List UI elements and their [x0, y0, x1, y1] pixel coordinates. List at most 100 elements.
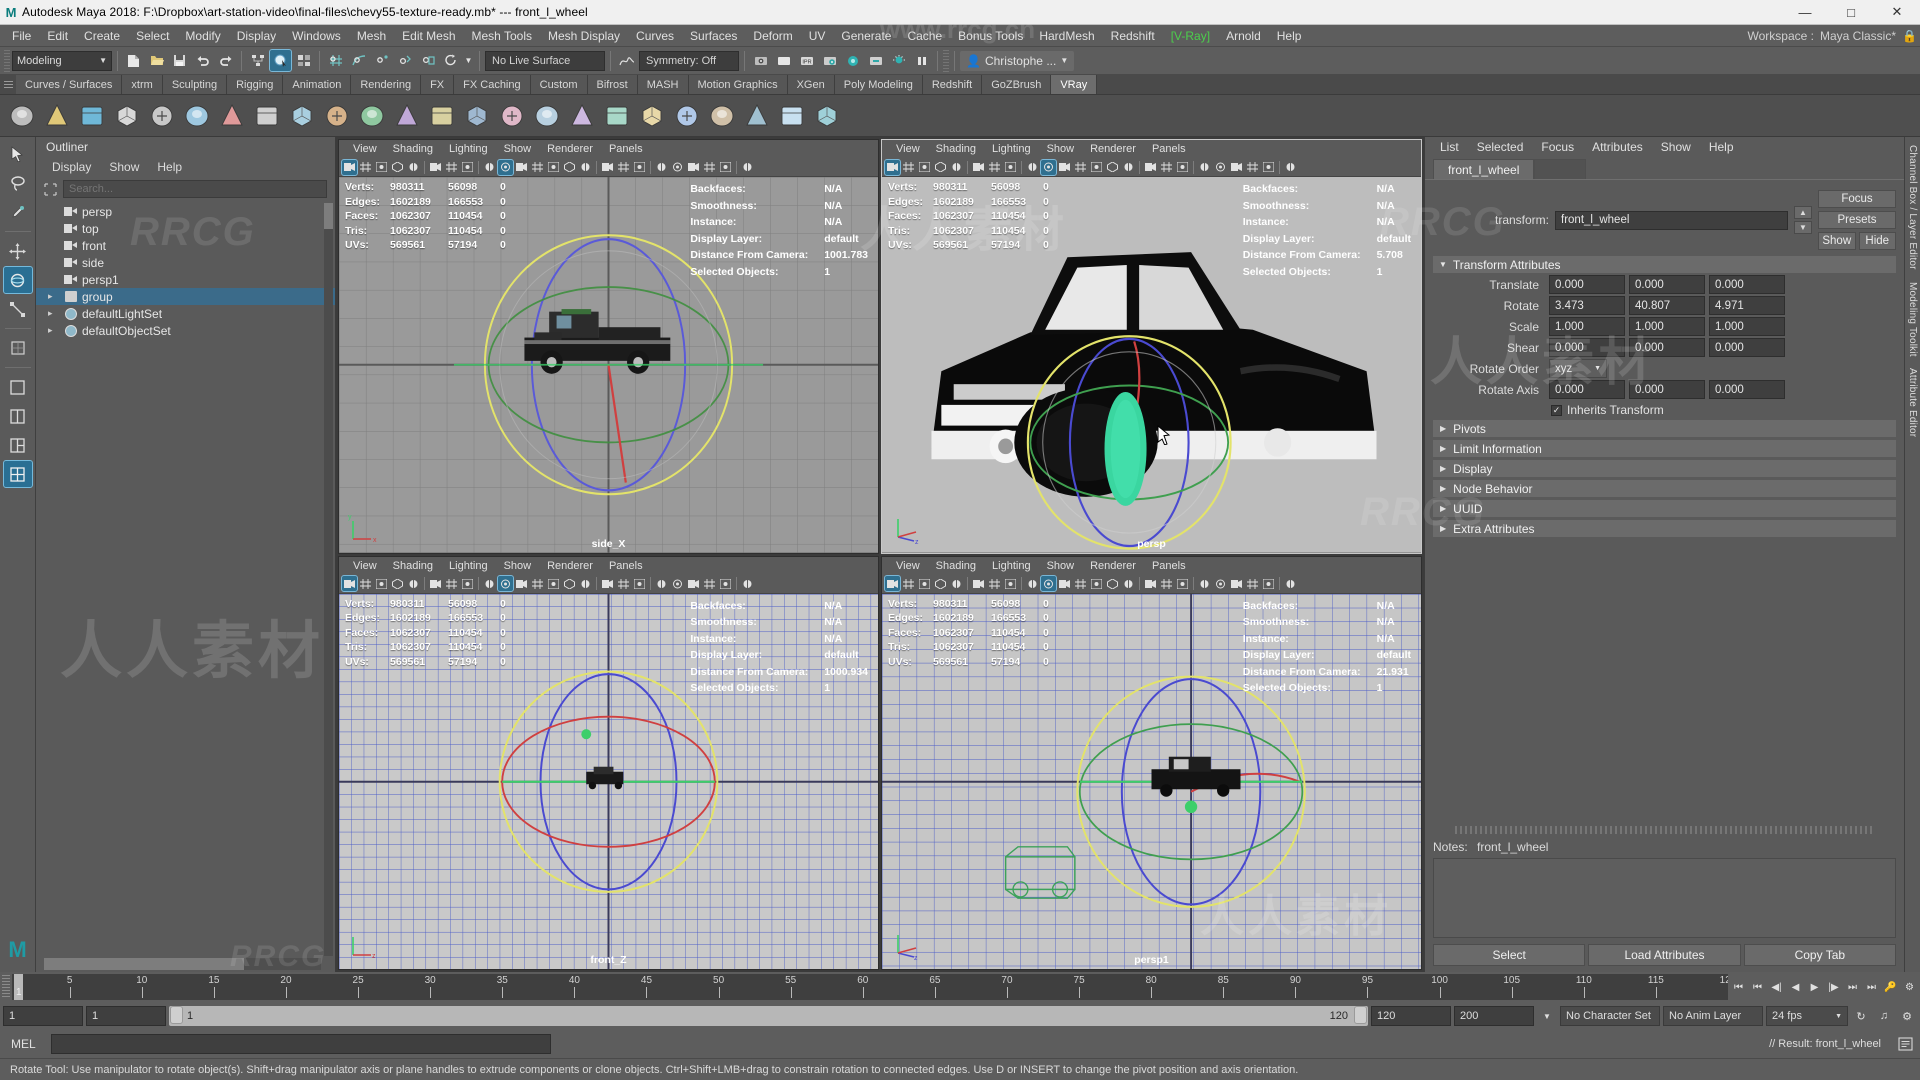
- viewport-canvas-persp1[interactable]: Verts:980311560980Edges:16021891665530Fa…: [882, 594, 1421, 970]
- loop-playback-icon[interactable]: ↻: [1851, 1006, 1871, 1026]
- isolate-select-icon[interactable]: [1197, 576, 1212, 591]
- animation-end-field[interactable]: 200: [1454, 1006, 1534, 1026]
- render-region-icon[interactable]: [740, 576, 755, 591]
- redo-icon[interactable]: [215, 50, 236, 71]
- isolate-select-icon[interactable]: [654, 160, 669, 175]
- ae-scale-z[interactable]: 1.000: [1709, 317, 1785, 336]
- menu-modify[interactable]: Modify: [177, 25, 228, 47]
- shaded-wireframe-icon[interactable]: [1057, 160, 1072, 175]
- ae-focus-button[interactable]: Focus: [1818, 190, 1896, 208]
- ae-shear-x[interactable]: 0.000: [1549, 338, 1625, 357]
- xray-joints-icon[interactable]: [686, 160, 701, 175]
- shadows-icon[interactable]: [1121, 160, 1136, 175]
- ae-scale-x[interactable]: 1.000: [1549, 317, 1625, 336]
- step-back-frame-icon[interactable]: ◀|: [1768, 979, 1785, 996]
- snap-view-plane-icon[interactable]: [417, 50, 438, 71]
- gate-mask-icon[interactable]: [949, 160, 964, 175]
- ae-rotate-order-dropdown[interactable]: xyz ▼: [1549, 359, 1607, 378]
- shelf-tab-fx[interactable]: FX: [421, 75, 454, 94]
- motion-blur-icon[interactable]: [1159, 576, 1174, 591]
- exposure-icon[interactable]: [702, 160, 717, 175]
- menu-deform[interactable]: Deform: [745, 25, 800, 47]
- vray-sphere-fade-icon[interactable]: [706, 100, 738, 132]
- grid-snap-icon[interactable]: [1213, 576, 1228, 591]
- expand-arrow-icon[interactable]: ▸: [48, 325, 59, 336]
- ae-tab-front-l-wheel[interactable]: front_l_wheel: [1433, 159, 1534, 179]
- ae-select-button[interactable]: Select: [1433, 944, 1585, 966]
- viewport-persp[interactable]: View Shading Lighting Show Renderer Pane…: [881, 139, 1422, 554]
- outliner-menu-help[interactable]: Help: [149, 158, 190, 176]
- image-plane-icon[interactable]: [444, 576, 459, 591]
- chevron-down-icon[interactable]: ▼: [1537, 1006, 1557, 1026]
- shaded-wireframe-icon[interactable]: [514, 160, 529, 175]
- textured-shading-icon[interactable]: [1073, 576, 1088, 591]
- smooth-shading-icon[interactable]: [498, 160, 513, 175]
- step-forward-key-icon[interactable]: ⏭: [1844, 979, 1861, 996]
- vray-subdivision-icon[interactable]: [496, 100, 528, 132]
- four-pane-layout[interactable]: [4, 461, 32, 487]
- ae-rotate-z[interactable]: 4.971: [1709, 296, 1785, 315]
- gamma-icon[interactable]: [1261, 160, 1276, 175]
- ae-shear-z[interactable]: 0.000: [1709, 338, 1785, 357]
- isolate-select-icon[interactable]: [654, 576, 669, 591]
- text-overlay-icon[interactable]: [460, 576, 475, 591]
- range-slider-left-handle[interactable]: [170, 1006, 183, 1024]
- textured-shading-icon[interactable]: [530, 160, 545, 175]
- select-tool[interactable]: [4, 141, 32, 167]
- ae-node-name-field[interactable]: front_l_wheel: [1555, 211, 1788, 230]
- gate-mask-icon[interactable]: [949, 576, 964, 591]
- vray-ies-light-icon[interactable]: [251, 100, 283, 132]
- time-slider-track[interactable]: 1 51015202530354045505560657075808590951…: [12, 974, 1728, 1000]
- vp-menu-view[interactable]: View: [888, 558, 928, 574]
- go-to-end-icon[interactable]: ⏭: [1863, 979, 1880, 996]
- vray-rt-icon[interactable]: [41, 100, 73, 132]
- vp-menu-show[interactable]: Show: [1039, 558, 1083, 574]
- xray-icon[interactable]: [971, 160, 986, 175]
- menu-redshift[interactable]: Redshift: [1103, 25, 1163, 47]
- step-back-key-icon[interactable]: ⏮: [1749, 979, 1766, 996]
- shelf-tab-xgen[interactable]: XGen: [788, 75, 835, 94]
- ae-copy-tab-button[interactable]: Copy Tab: [1744, 944, 1896, 966]
- expand-arrow-icon[interactable]: ▸: [48, 308, 59, 319]
- select-by-hierarchy-icon[interactable]: [247, 50, 268, 71]
- shadows-icon[interactable]: [578, 160, 593, 175]
- text-overlay-icon[interactable]: [1003, 160, 1018, 175]
- menu-cache[interactable]: Cache: [899, 25, 950, 47]
- menu-mesh-display[interactable]: Mesh Display: [540, 25, 628, 47]
- ae-menu-show[interactable]: Show: [1652, 138, 1700, 156]
- snap-point-icon[interactable]: [371, 50, 392, 71]
- menu-select[interactable]: Select: [128, 25, 177, 47]
- vray-scatter-volume-icon[interactable]: [636, 100, 668, 132]
- ae-section-transform-attributes[interactable]: ▼ Transform Attributes: [1433, 256, 1896, 273]
- shelf-tab-xtrm[interactable]: xtrm: [122, 75, 162, 94]
- shelf-tab-redshift[interactable]: Redshift: [923, 75, 982, 94]
- range-slider-right-handle[interactable]: [1354, 1006, 1367, 1024]
- lighting-icon[interactable]: [562, 160, 577, 175]
- multisample-icon[interactable]: [632, 160, 647, 175]
- light-editor-icon[interactable]: [888, 50, 909, 71]
- command-input[interactable]: [51, 1034, 551, 1054]
- ae-show-button[interactable]: Show: [1818, 232, 1856, 250]
- sound-icon[interactable]: ♫: [1874, 1006, 1894, 1026]
- shelf-tab-poly-modeling[interactable]: Poly Modeling: [835, 75, 923, 94]
- menu-help[interactable]: Help: [1269, 25, 1310, 47]
- gamma-icon[interactable]: [718, 160, 733, 175]
- hypershade-icon[interactable]: [842, 50, 863, 71]
- film-gate-icon[interactable]: [374, 160, 389, 175]
- lock-icon[interactable]: 🔒: [1902, 29, 1916, 43]
- vray-sphere-light-icon[interactable]: [286, 100, 318, 132]
- exposure-icon[interactable]: [1245, 160, 1260, 175]
- image-plane-icon[interactable]: [987, 160, 1002, 175]
- smooth-shading-icon[interactable]: [1041, 576, 1056, 591]
- grid-toggle-icon[interactable]: [901, 576, 916, 591]
- ae-translate-z[interactable]: 0.000: [1709, 275, 1785, 294]
- menu-surfaces[interactable]: Surfaces: [682, 25, 745, 47]
- ae-hide-button[interactable]: Hide: [1859, 232, 1897, 250]
- shelf-tab-bifrost[interactable]: Bifrost: [588, 75, 638, 94]
- ae-load-attributes-button[interactable]: Load Attributes: [1588, 944, 1740, 966]
- ae-menu-attributes[interactable]: Attributes: [1583, 138, 1652, 156]
- vray-clipper-icon[interactable]: [601, 100, 633, 132]
- command-language-label[interactable]: MEL: [5, 1037, 47, 1051]
- select-by-component-icon[interactable]: [293, 50, 314, 71]
- ae-section-pivots[interactable]: ▶Pivots: [1433, 420, 1896, 437]
